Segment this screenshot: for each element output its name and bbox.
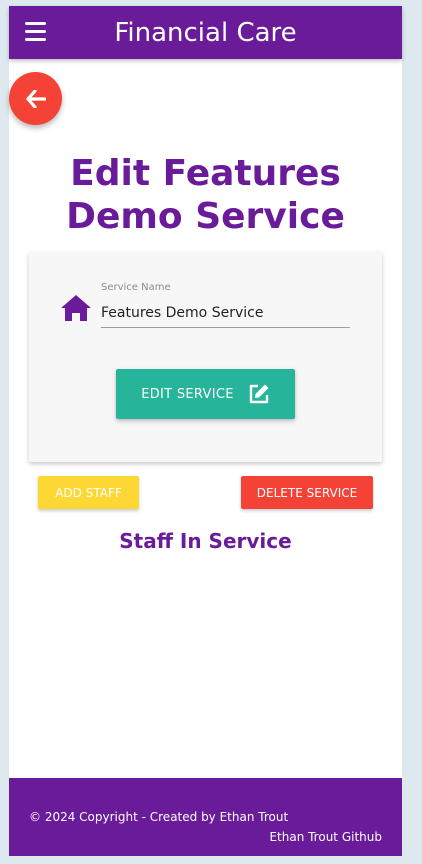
arrow-left-icon <box>25 89 46 108</box>
app-container: Financial Care Edit Features Demo Servic… <box>9 6 402 856</box>
edit-service-button[interactable]: EDIT SERVICE <box>116 369 295 419</box>
home-icon <box>61 295 91 321</box>
navbar: Financial Care <box>9 6 402 59</box>
edit-icon <box>249 384 269 404</box>
github-link[interactable]: Ethan Trout Github <box>269 830 382 844</box>
edit-service-label: EDIT SERVICE <box>141 386 234 402</box>
copyright-text: © 2024 Copyright - Created by Ethan Trou… <box>29 810 289 824</box>
service-name-input[interactable] <box>101 298 350 328</box>
staff-section-heading: Staff In Service <box>119 529 292 553</box>
app-title: Financial Care <box>114 18 297 48</box>
service-name-label: Service Name <box>101 282 171 293</box>
add-staff-button[interactable]: ADD STAFF <box>38 476 139 509</box>
page-title: Edit Features Demo Service <box>66 153 345 237</box>
back-button[interactable] <box>9 72 62 125</box>
delete-service-button[interactable]: DELETE SERVICE <box>241 476 373 509</box>
footer: © 2024 Copyright - Created by Ethan Trou… <box>9 778 402 856</box>
service-form-card: Service Name EDIT SERVICE <box>29 252 382 462</box>
